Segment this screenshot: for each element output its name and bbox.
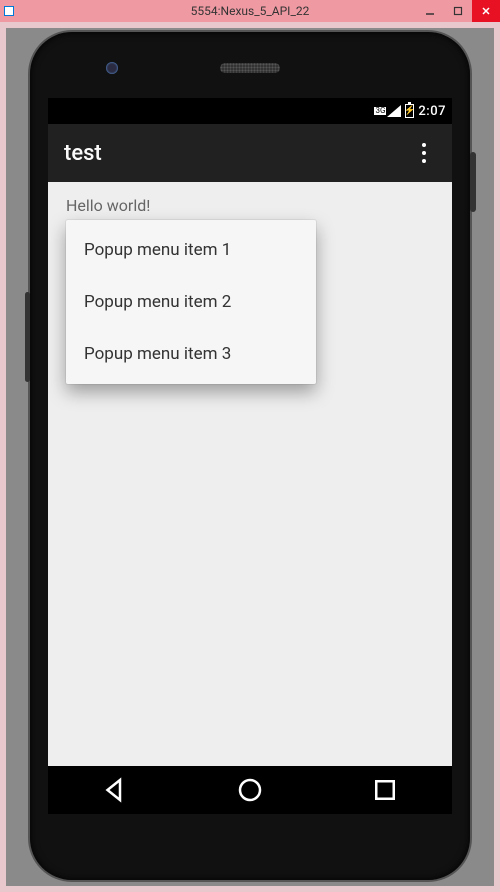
host-window-buttons [416, 0, 500, 22]
status-clock: 2:07 [418, 104, 446, 119]
overflow-menu-button[interactable] [412, 133, 436, 173]
home-circle-icon [235, 775, 265, 805]
front-camera-icon [106, 62, 118, 74]
host-titlebar[interactable]: 5554:Nexus_5_API_22 [0, 0, 500, 22]
android-nav-bar [48, 766, 452, 814]
device-screen: 3G ⚡ 2:07 test [48, 98, 452, 814]
host-client-area: 3G ⚡ 2:07 test [0, 22, 500, 892]
nav-home-button[interactable] [235, 775, 265, 805]
more-vert-icon [422, 143, 426, 147]
minimize-button[interactable] [416, 0, 444, 22]
nav-recents-button[interactable] [370, 775, 400, 805]
popup-menu: Popup menu item 1 Popup menu item 2 Popu… [66, 220, 316, 384]
host-window: 5554:Nexus_5_API_22 [0, 0, 500, 892]
network-label: 3G [374, 107, 386, 115]
maximize-button[interactable] [444, 0, 472, 22]
earpiece-speaker-icon [220, 63, 280, 73]
nav-back-button[interactable] [100, 775, 130, 805]
hello-text: Hello world! [48, 182, 452, 215]
popup-menu-item[interactable]: Popup menu item 3 [66, 328, 316, 380]
screen-content: 3G ⚡ 2:07 test [48, 98, 452, 766]
recents-square-icon [370, 775, 400, 805]
host-app-icon [4, 6, 14, 16]
app-content: Hello world! Popup menu item 1 Popup men… [48, 182, 452, 766]
signal-icon [387, 105, 401, 117]
device-frame: 3G ⚡ 2:07 test [30, 32, 470, 880]
android-status-bar[interactable]: 3G ⚡ 2:07 [48, 98, 452, 124]
popup-menu-item[interactable]: Popup menu item 1 [66, 224, 316, 276]
battery-icon: ⚡ [405, 104, 414, 118]
battery-indicator: ⚡ [405, 104, 414, 118]
battery-charging-icon: ⚡ [407, 106, 412, 116]
emulator-background: 3G ⚡ 2:07 test [6, 28, 494, 886]
app-action-bar: test [48, 124, 452, 182]
network-indicator: 3G [374, 105, 401, 117]
close-button[interactable] [472, 0, 500, 22]
back-triangle-icon [100, 775, 130, 805]
popup-menu-item[interactable]: Popup menu item 2 [66, 276, 316, 328]
app-title: test [64, 141, 102, 166]
